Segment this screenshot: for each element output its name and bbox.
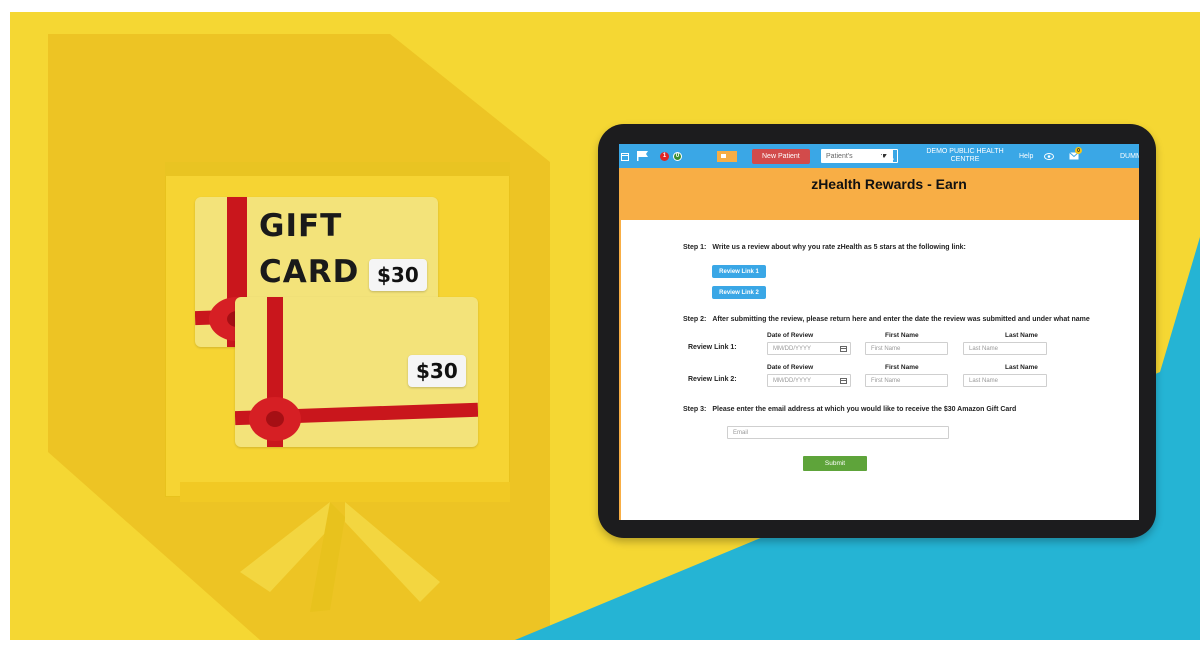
gift-box: GIFT CARD $30 $30 [165, 162, 510, 497]
step3-text: Please enter the email address at which … [712, 406, 1017, 413]
help-link[interactable]: Help [1019, 144, 1033, 168]
review-2-date-input[interactable]: MM/DD/YYYY [767, 374, 851, 387]
new-patient-button[interactable]: New Patient [752, 148, 810, 164]
red-count-badge: 1 [660, 151, 669, 161]
yellow-ribbon-bow [180, 482, 510, 612]
page-title: zHealth Rewards - Earn [811, 176, 967, 192]
gift-card-back: $30 [235, 297, 478, 447]
date-column-header: Date of Review [767, 332, 814, 339]
search-icon [886, 152, 894, 160]
messages-button[interactable]: 0 [1069, 144, 1082, 168]
date-placeholder: MM/DD/YYYY [773, 345, 812, 352]
gift-card-title: GIFT CARD [259, 203, 379, 295]
review-2-last-name-input[interactable]: Last Name [963, 374, 1047, 387]
tasks-badge[interactable]: 0 [673, 144, 682, 168]
step1-text: Write us a review about why you rate zHe… [712, 244, 966, 251]
review-1-date-input[interactable]: MM/DD/YYYY [767, 342, 851, 355]
email-input[interactable]: Email [727, 426, 949, 439]
search-button[interactable] [882, 149, 898, 163]
step2-instruction: Step 2: After submitting the review, plea… [683, 316, 1090, 323]
flag-icon[interactable] [637, 144, 648, 168]
submit-button[interactable]: Submit [803, 456, 867, 471]
first-name-placeholder: First Name [871, 345, 901, 352]
green-count-badge: 0 [673, 151, 682, 161]
review-1-last-name-input[interactable]: Last Name [963, 342, 1047, 355]
review-2-first-name-input[interactable]: First Name [865, 374, 948, 387]
last-name-placeholder: Last Name [969, 345, 999, 352]
tablet-device: 1 0 New Patient Patient's DEMO PUBLIC HE… [598, 124, 1156, 538]
last-name-column-header: Last Name [1005, 332, 1038, 339]
review-link-1-row-label: Review Link 1: [688, 344, 737, 351]
messages-count-badge: 0 [1075, 147, 1082, 154]
step2-number: Step 2: [683, 316, 707, 323]
email-placeholder: Email [733, 429, 749, 436]
review-1-first-name-input[interactable]: First Name [865, 342, 948, 355]
price-tag: $30 [369, 259, 427, 291]
app-header-bar: 1 0 New Patient Patient's DEMO PUBLIC HE… [619, 144, 1139, 168]
gift-box-lid [165, 162, 510, 176]
review-link-2-button[interactable]: Review Link 2 [712, 286, 766, 299]
scene: GIFT CARD $30 $30 1 0 New Patient Patien… [10, 12, 1200, 640]
org-name-line1: DEMO PUBLIC HEALTH [926, 148, 1004, 155]
folder-icon[interactable] [717, 144, 737, 168]
patient-select-value: Patient's [826, 152, 853, 160]
first-name-column-header: First Name [885, 332, 919, 339]
last-name-column-header: Last Name [1005, 364, 1038, 371]
organization-name: DEMO PUBLIC HEALTH CENTRE [925, 144, 1005, 168]
price-tag: $30 [408, 355, 466, 387]
first-name-placeholder: First Name [871, 377, 901, 384]
step1-number: Step 1: [683, 244, 707, 251]
search-button-wrap [882, 144, 898, 168]
review-link-2-row-label: Review Link 2: [688, 376, 737, 383]
step3-number: Step 3: [683, 406, 707, 413]
step3-instruction: Step 3: Please enter the email address at… [683, 406, 1016, 413]
step1-instruction: Step 1: Write us a review about why you r… [683, 244, 966, 251]
step2-text: After submitting the review, please retu… [712, 316, 1090, 323]
new-patient-button-wrap: New Patient [752, 144, 810, 168]
last-name-placeholder: Last Name [969, 377, 999, 384]
eye-icon[interactable] [1044, 144, 1054, 168]
user-menu[interactable]: DUMM [1120, 144, 1139, 168]
date-column-header: Date of Review [767, 364, 814, 371]
calendar-icon[interactable] [840, 378, 847, 384]
date-placeholder: MM/DD/YYYY [773, 377, 812, 384]
tablet-screen: 1 0 New Patient Patient's DEMO PUBLIC HE… [619, 144, 1139, 520]
calendar-icon[interactable] [621, 144, 629, 168]
rewards-form: Step 1: Write us a review about why you r… [619, 220, 1139, 520]
alerts-badge[interactable]: 1 [660, 144, 669, 168]
calendar-icon[interactable] [840, 346, 847, 352]
first-name-column-header: First Name [885, 364, 919, 371]
gift-title-line1: GIFT [259, 208, 343, 244]
gift-title-line2: CARD [259, 254, 360, 290]
org-name-line2: CENTRE [950, 156, 980, 163]
review-link-1-button[interactable]: Review Link 1 [712, 265, 766, 278]
